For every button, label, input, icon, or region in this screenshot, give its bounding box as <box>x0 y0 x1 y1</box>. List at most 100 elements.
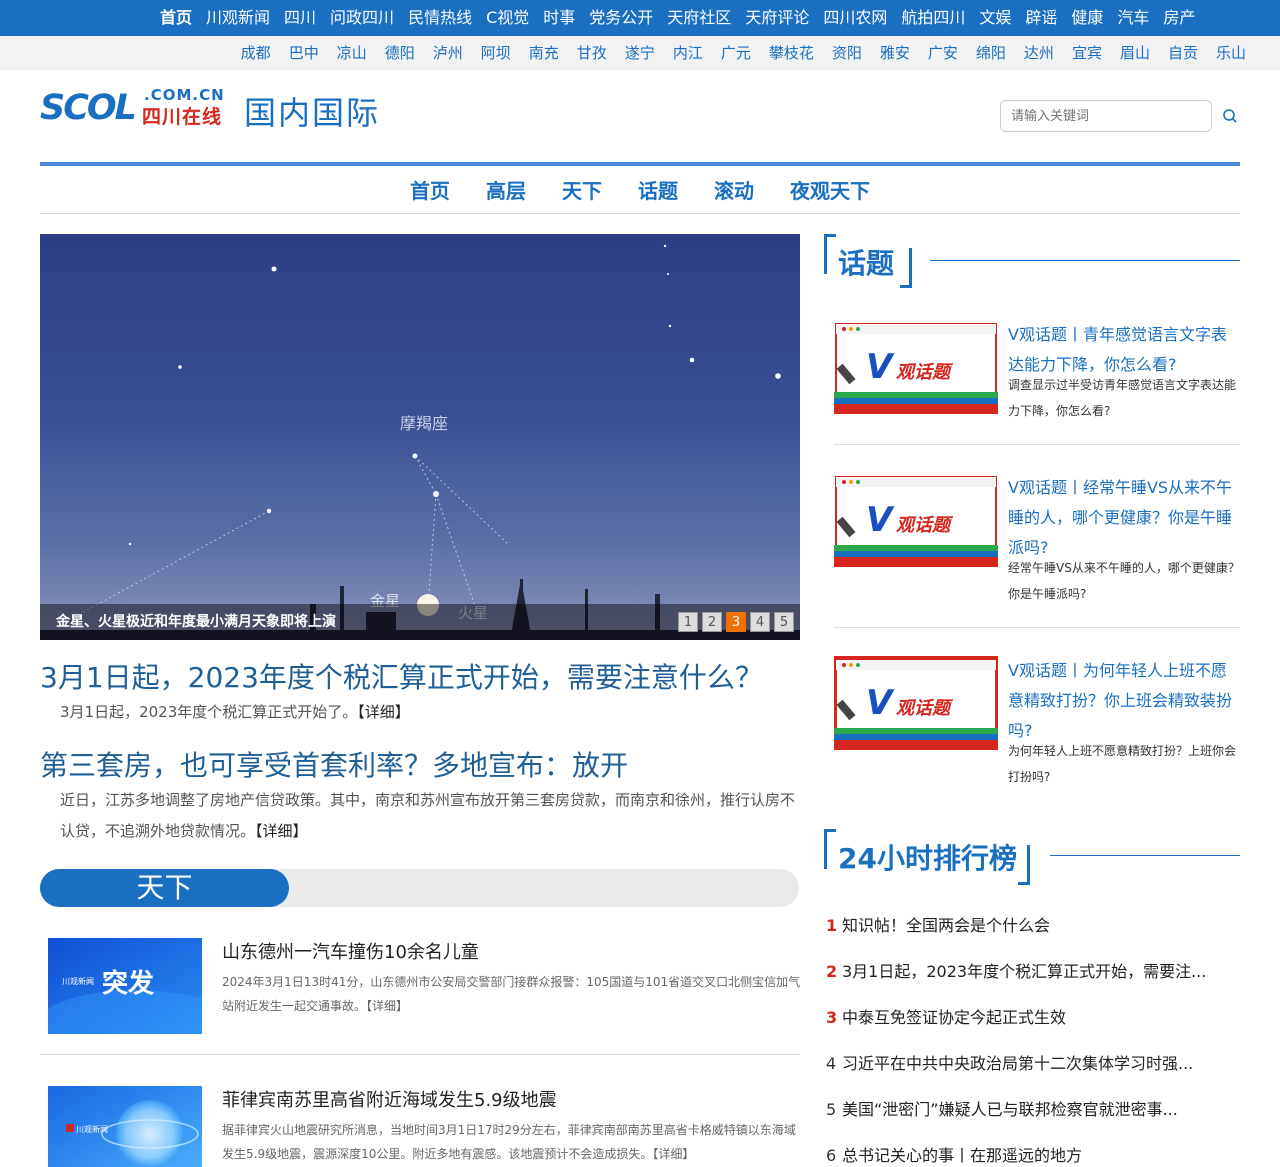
site-logo[interactable]: SCOL .COM.CN 四川在线 <box>40 86 235 128</box>
top-nav-item[interactable]: 四川农网 <box>823 0 887 36</box>
top-nav-item[interactable]: 航拍四川 <box>901 0 965 36</box>
section-nav-item[interactable]: 话题 <box>638 166 678 213</box>
city-nav-item[interactable]: 乐山 <box>1216 36 1246 70</box>
city-nav-item[interactable]: 甘孜 <box>577 36 607 70</box>
top-nav: 首页 川观新闻 四川 问政四川 民情热线 C视觉 时事 党务公开 天府社区 天府评论 四川农网 航拍四… <box>0 0 1280 36</box>
thumb-title: 观话题 <box>896 362 954 383</box>
topic-thumbnail[interactable]: V 观话题 <box>834 473 998 567</box>
top-nav-item[interactable]: 问政四川 <box>330 0 394 36</box>
slide-page-button[interactable]: 5 <box>774 612 794 632</box>
city-nav-item[interactable]: 泸州 <box>433 36 463 70</box>
search-button[interactable] <box>1220 106 1240 126</box>
topic-title[interactable]: V观话题丨经常午睡VS从来不午睡的人，哪个更健康？你是午睡派吗? <box>1008 473 1240 563</box>
city-nav-item[interactable]: 攀枝花 <box>769 36 814 70</box>
more-link[interactable]: 【详细】 <box>255 822 308 840</box>
city-nav-item[interactable]: 德阳 <box>385 36 415 70</box>
search-icon <box>1223 109 1237 123</box>
rank-title: 习近平在中共中央政治局第十二次集体学习时强... <box>842 1054 1194 1073</box>
news-title[interactable]: 山东德州一汽车撞伤10余名儿童 <box>222 938 479 964</box>
topic-desc: 为何年轻人上班不愿意精致打扮？上班你会打扮吗? <box>1008 744 1237 784</box>
city-nav-item[interactable]: 凉山 <box>337 36 367 70</box>
top-nav-item[interactable]: 党务公开 <box>589 0 653 36</box>
ranking-item[interactable]: 1 知识帖！全国两会是个什么会 <box>826 912 1240 936</box>
headline-title[interactable]: 第三套房，也可享受首套利率？多地宣布：放开 <box>40 744 628 784</box>
section-nav-item[interactable]: 滚动 <box>714 166 754 213</box>
svg-text:V: V <box>866 347 895 387</box>
top-nav-item[interactable]: 天府评论 <box>745 0 809 36</box>
top-nav-item[interactable]: 时事 <box>543 0 575 36</box>
section-nav-item[interactable]: 高层 <box>486 166 526 213</box>
svg-text:V: V <box>866 500 895 540</box>
ranking-item[interactable]: 5 美国“泄密门”嫌疑人已与联邦检察官就泄密事... <box>826 1096 1240 1120</box>
section-nav-item[interactable]: 夜观天下 <box>790 166 870 213</box>
breaking-news-thumb: 川观新闻 突发 <box>48 938 202 1034</box>
v-topic-thumb: V 观话题 <box>834 473 998 567</box>
city-nav-item[interactable]: 眉山 <box>1120 36 1150 70</box>
city-nav-item[interactable]: 广安 <box>928 36 958 70</box>
city-nav-item[interactable]: 宜宾 <box>1072 36 1102 70</box>
top-nav-item[interactable]: 首页 <box>160 0 192 36</box>
headline-title[interactable]: 3月1日起，2023年度个税汇算正式开始，需要注意什么？ <box>40 656 763 696</box>
v-topic-thumb: V 观话题 <box>834 656 998 750</box>
slide-page-button[interactable]: 3 <box>726 612 746 632</box>
topic-thumbnail[interactable]: V 观话题 <box>834 320 998 414</box>
bracket-decoration <box>824 234 836 274</box>
more-link[interactable]: 【详细】 <box>357 703 410 721</box>
city-nav-item[interactable]: 绵阳 <box>976 36 1006 70</box>
city-nav-item[interactable]: 成都 <box>241 36 271 70</box>
city-nav-item[interactable]: 巴中 <box>289 36 319 70</box>
slide-page-button[interactable]: 4 <box>750 612 770 632</box>
news-thumbnail[interactable]: 川观新闻 突发 <box>48 938 202 1034</box>
top-nav-item[interactable]: 文娱 <box>979 0 1011 36</box>
top-nav-item[interactable]: 四川 <box>284 0 316 36</box>
section-nav-item[interactable]: 天下 <box>562 166 602 213</box>
city-nav-item[interactable]: 南充 <box>529 36 559 70</box>
rank-number: 4 <box>826 1054 837 1073</box>
top-nav-item[interactable]: 房产 <box>1163 0 1195 36</box>
search-input[interactable] <box>1000 100 1212 132</box>
rank-number: 6 <box>826 1146 837 1165</box>
more-link[interactable]: 【详细】 <box>366 999 408 1013</box>
ranking-item[interactable]: 2 3月1日起，2023年度个税汇算正式开始，需要注... <box>826 958 1240 982</box>
top-nav-item[interactable]: 健康 <box>1071 0 1103 36</box>
topic-thumbnail[interactable]: V 观话题 <box>834 656 998 750</box>
city-nav-item[interactable]: 遂宁 <box>625 36 655 70</box>
slide-page-button[interactable]: 2 <box>702 612 722 632</box>
news-item: 川观新闻 菲律宾南苏里高省附近海域发生5.9级地震 据菲律宾火山地震研究所消息，… <box>48 1086 800 1167</box>
city-nav-item[interactable]: 内江 <box>673 36 703 70</box>
top-nav-item[interactable]: 汽车 <box>1117 0 1149 36</box>
top-nav-item[interactable]: 辟谣 <box>1025 0 1057 36</box>
city-nav-item[interactable]: 达州 <box>1024 36 1054 70</box>
thumb-headline: 突发 <box>102 968 154 999</box>
rank-title: 中泰互免签证协定今起正式生效 <box>842 1008 1067 1027</box>
ranking-item[interactable]: 3 中泰互免签证协定今起正式生效 <box>826 1004 1240 1028</box>
rank-title: 知识帖！全国两会是个什么会 <box>842 916 1051 935</box>
slide-page-button[interactable]: 1 <box>678 612 698 632</box>
city-nav-item[interactable]: 自贡 <box>1168 36 1198 70</box>
city-nav-item[interactable]: 广元 <box>721 36 751 70</box>
slide-caption[interactable]: 金星、火星极近和年度最小满月天象即将上演 <box>56 611 336 631</box>
news-title[interactable]: 菲律宾南苏里高省附近海域发生5.9级地震 <box>222 1086 557 1112</box>
ranking-label[interactable]: 24小时排行榜 <box>838 837 1017 877</box>
top-nav-item[interactable]: 民情热线 <box>408 0 472 36</box>
more-link[interactable]: 【详细】 <box>652 1147 694 1161</box>
news-thumbnail[interactable]: 川观新闻 <box>48 1086 202 1167</box>
ranking-item[interactable]: 4 习近平在中共中央政治局第十二次集体学习时强... <box>826 1050 1240 1074</box>
rank-number: 2 <box>826 962 838 981</box>
top-nav-item[interactable]: C视觉 <box>486 0 529 36</box>
city-nav-item[interactable]: 阿坝 <box>481 36 511 70</box>
rank-number: 3 <box>826 1008 838 1027</box>
rank-number: 5 <box>826 1100 837 1119</box>
topic-title[interactable]: V观话题丨为何年轻人上班不愿意精致打扮？你上班会精致装扮吗? <box>1008 656 1240 746</box>
city-nav-item[interactable]: 资阳 <box>832 36 862 70</box>
topic-title[interactable]: V观话题丨青年感觉语言文字表达能力下降，你怎么看? <box>1008 320 1240 380</box>
topic-item: V 观话题 V观话题丨青年感觉语言文字表达能力下降，你怎么看? 调查显示过半受访青年感… <box>834 320 1240 418</box>
photo-slideshow[interactable]: 摩羯座 金星 火星 金星、火星极近和年度最小满月天象即将上演 12345 <box>40 234 800 640</box>
ranking-item[interactable]: 6 总书记关心的事丨在那遥远的地方 <box>826 1142 1240 1166</box>
top-nav-item[interactable]: 川观新闻 <box>206 0 270 36</box>
topics-label[interactable]: 话题 <box>838 242 894 282</box>
section-nav-item[interactable]: 首页 <box>410 166 450 213</box>
tianxia-tab[interactable]: 天下 <box>40 869 289 907</box>
city-nav-item[interactable]: 雅安 <box>880 36 910 70</box>
top-nav-item[interactable]: 天府社区 <box>667 0 731 36</box>
